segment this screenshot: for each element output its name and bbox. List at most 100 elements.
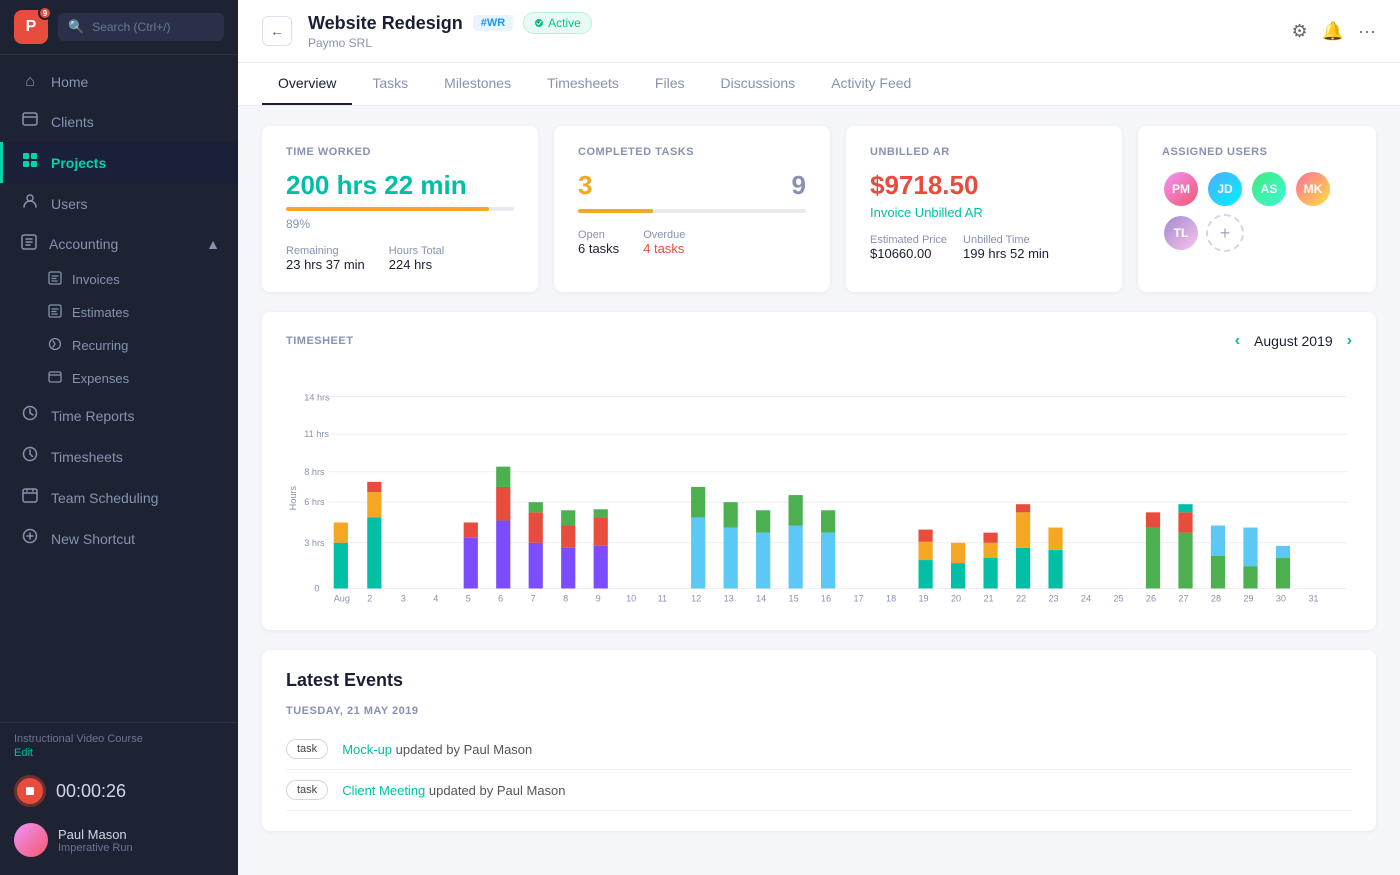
chart-next-button[interactable]: › (1347, 332, 1352, 350)
tab-milestones[interactable]: Milestones (428, 63, 527, 105)
tab-overview[interactable]: Overview (262, 63, 352, 105)
timer-stop-button[interactable] (14, 775, 46, 807)
search-bar[interactable]: 🔍 Search (Ctrl+/) (58, 13, 224, 41)
time-reports-icon (21, 405, 39, 426)
svg-text:13: 13 (724, 594, 734, 604)
sidebar-item-label: Projects (51, 155, 106, 171)
sidebar-item-users[interactable]: Users (0, 183, 238, 224)
estimated-price-detail: Estimated Price $10660.00 (870, 234, 947, 261)
bar-19 (918, 530, 932, 589)
user-status: Imperative Run (58, 842, 133, 854)
sidebar-item-home[interactable]: ⌂ Home (0, 63, 238, 101)
notification-badge: 9 (38, 6, 52, 20)
project-header: ← Website Redesign #WR Active Paymo SRL … (238, 0, 1400, 63)
sidebar-item-estimates[interactable]: Estimates (48, 296, 238, 329)
search-placeholder: Search (Ctrl+/) (92, 20, 170, 34)
time-worked-value: 200 hrs 22 min (286, 170, 514, 201)
tab-tasks[interactable]: Tasks (356, 63, 424, 105)
unbilled-label: UNBILLED AR (870, 146, 1098, 158)
event-tag-2: task (286, 780, 328, 800)
back-button[interactable]: ← (262, 16, 292, 46)
open-tasks-detail: Open 6 tasks (578, 229, 619, 256)
notification-icon[interactable]: 🔔 (1322, 21, 1344, 42)
svg-text:16: 16 (821, 594, 831, 604)
edit-label[interactable]: Edit (14, 747, 224, 759)
event-text-1: Mock-up updated by Paul Mason (342, 742, 532, 757)
svg-text:28: 28 (1211, 594, 1221, 604)
main-content: ← Website Redesign #WR Active Paymo SRL … (238, 0, 1400, 875)
bar-30 (1276, 546, 1290, 589)
invoices-icon (48, 271, 62, 288)
unbilled-time-detail: Unbilled Time 199 hrs 52 min (963, 234, 1049, 261)
sidebar-item-label: Home (51, 74, 88, 90)
sidebar-item-time-reports[interactable]: Time Reports (0, 395, 238, 436)
sidebar-item-new-shortcut[interactable]: New Shortcut (0, 518, 238, 559)
timer-section: 00:00:26 (14, 767, 224, 815)
invoice-link[interactable]: Invoice Unbilled AR (870, 205, 1098, 220)
chart-header: TIMESHEET ‹ August 2019 › (286, 332, 1352, 350)
svg-text:5: 5 (466, 594, 471, 604)
sidebar-item-recurring[interactable]: Recurring (48, 329, 238, 362)
settings-icon[interactable]: ⚙ (1291, 21, 1307, 42)
svg-text:6: 6 (498, 594, 503, 604)
event-row-2: task Client Meeting updated by Paul Maso… (286, 770, 1352, 811)
total-count: 9 (792, 170, 806, 201)
avatar-2: JD (1206, 170, 1244, 208)
sidebar-item-expenses[interactable]: Expenses (48, 362, 238, 395)
svg-text:0: 0 (314, 584, 319, 594)
svg-text:26: 26 (1146, 594, 1156, 604)
tab-timesheets[interactable]: Timesheets (531, 63, 635, 105)
more-options-icon[interactable]: ··· (1358, 21, 1376, 42)
chart-prev-button[interactable]: ‹ (1235, 332, 1240, 350)
bar-7 (529, 502, 543, 588)
bar-16 (821, 510, 835, 588)
sidebar: P 9 🔍 Search (Ctrl+/) ⌂ Home Clients Pro… (0, 0, 238, 875)
sidebar-item-projects[interactable]: Projects (0, 142, 238, 183)
bar-2 (367, 482, 381, 589)
app-logo[interactable]: P 9 (14, 10, 48, 44)
header-actions: ⚙ 🔔 ··· (1291, 21, 1376, 42)
sidebar-item-team-scheduling[interactable]: Team Scheduling (0, 477, 238, 518)
bar-14 (756, 510, 770, 588)
chart-title: TIMESHEET (286, 335, 353, 347)
stat-card-unbilled: UNBILLED AR $9718.50 Invoice Unbilled AR… (846, 126, 1122, 292)
time-worked-bar-fill (286, 207, 489, 211)
svg-text:11 hrs: 11 hrs (304, 429, 329, 439)
user-name: Paul Mason (58, 827, 133, 842)
users-icon (21, 193, 39, 214)
sidebar-item-label: Estimates (72, 305, 129, 320)
bar-20 (951, 543, 965, 589)
project-title-area: Website Redesign #WR Active Paymo SRL (308, 12, 1275, 50)
svg-text:31: 31 (1308, 594, 1318, 604)
sidebar-item-label: Recurring (72, 338, 128, 353)
sidebar-header: P 9 🔍 Search (Ctrl+/) (0, 0, 238, 55)
svg-text:19: 19 (918, 594, 928, 604)
project-client: Paymo SRL (308, 36, 1275, 50)
project-tag: #WR (473, 15, 513, 31)
completed-count: 3 (578, 170, 592, 201)
tab-discussions[interactable]: Discussions (704, 63, 811, 105)
instructional-video-label: Instructional Video Course (14, 733, 224, 745)
tab-files[interactable]: Files (639, 63, 701, 105)
user-section: Paul Mason Imperative Run (14, 815, 224, 865)
accounting-icon (21, 234, 37, 253)
event-link-2[interactable]: Client Meeting (342, 783, 425, 798)
sidebar-item-label: Team Scheduling (51, 490, 158, 506)
svg-text:11: 11 (658, 594, 667, 604)
event-link-1[interactable]: Mock-up (342, 742, 392, 757)
svg-text:27: 27 (1178, 594, 1188, 604)
svg-text:20: 20 (951, 594, 961, 604)
sidebar-item-invoices[interactable]: Invoices (48, 263, 238, 296)
bar-29 (1243, 528, 1257, 589)
sidebar-item-accounting[interactable]: Accounting ▲ (0, 224, 238, 263)
sidebar-item-timesheets[interactable]: Timesheets (0, 436, 238, 477)
time-worked-percent: 89% (286, 217, 514, 231)
sidebar-item-clients[interactable]: Clients (0, 101, 238, 142)
bar-28 (1211, 526, 1225, 589)
tab-activity-feed[interactable]: Activity Feed (815, 63, 927, 105)
bar-8 (561, 510, 575, 588)
svg-text:29: 29 (1243, 594, 1253, 604)
remaining-detail: Remaining 23 hrs 37 min (286, 245, 365, 272)
events-title: Latest Events (286, 670, 1352, 691)
add-user-button[interactable]: + (1206, 214, 1244, 252)
